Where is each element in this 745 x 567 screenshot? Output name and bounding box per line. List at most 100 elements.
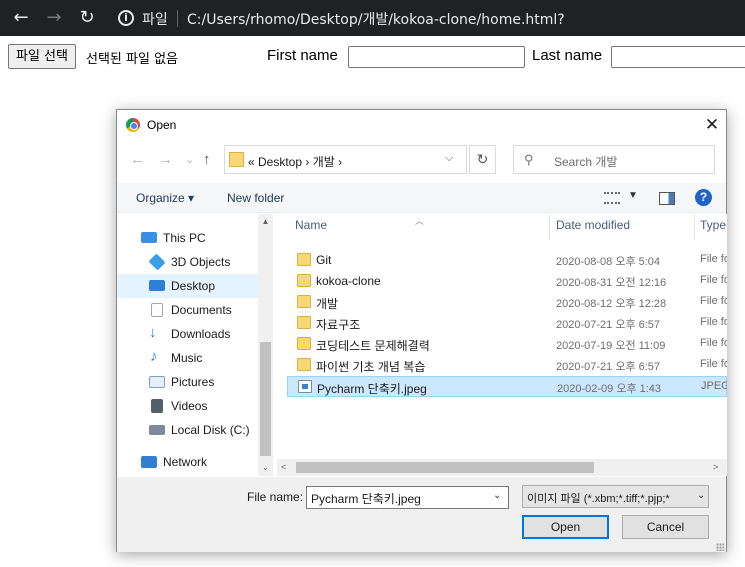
view-dropdown-icon[interactable]: ▼ (628, 190, 638, 201)
nav-scrollbar[interactable]: ▲ ⌄ (258, 214, 273, 476)
forward-arrow-icon[interactable]: → (41, 6, 67, 30)
nav-item-label: Pictures (171, 375, 215, 389)
resize-grip-icon[interactable] (716, 543, 724, 551)
last-name-input[interactable] (611, 46, 745, 68)
first-name-label: First name (267, 47, 338, 64)
nav-item-network[interactable]: Network (117, 450, 258, 474)
up-folder-icon[interactable]: ↑ (203, 150, 211, 170)
column-label: Type (700, 218, 727, 232)
nav-item-label: Local Disk (C:) (171, 423, 250, 437)
preview-pane-icon[interactable] (659, 192, 675, 205)
breadcrumb-bar[interactable]: « Desktop › 개발 › ⌵ (224, 145, 467, 174)
breadcrumb[interactable]: « Desktop › 개발 › (248, 153, 342, 170)
file-type: File fo (700, 295, 727, 307)
chevron-down-icon[interactable]: ⌄ (697, 490, 706, 501)
file-name-combobox[interactable]: Pycharm 단축키.jpeg ⌄ (306, 486, 509, 509)
file-list: Name ︿ Date modified Type Git 2020-08-08… (277, 214, 727, 476)
choose-file-button[interactable]: 파일 선택 (8, 44, 76, 69)
horizontal-scrollbar[interactable]: < > (277, 459, 727, 476)
scrollbar-thumb[interactable] (260, 342, 271, 456)
open-button[interactable]: Open (522, 515, 609, 539)
scroll-left-icon[interactable]: < (281, 459, 286, 476)
music-icon: ♪ (150, 348, 158, 365)
folder-icon (297, 316, 311, 329)
scroll-right-icon[interactable]: > (713, 459, 718, 476)
file-name: 자료구조 (316, 318, 361, 332)
document-icon (151, 303, 163, 317)
organize-button[interactable]: Organize ▾ (136, 191, 194, 205)
video-icon (151, 399, 163, 413)
file-row[interactable]: 코딩테스트 문제해결력 2020-07-19 오전 11:09 File fo (287, 334, 727, 355)
scroll-down-icon[interactable]: ⌄ (258, 460, 273, 476)
nav-item-label: Desktop (171, 279, 216, 293)
first-name-input[interactable] (348, 46, 525, 68)
file-type: File fo (700, 337, 727, 349)
scheme-label: 파일 (142, 12, 168, 28)
file-name: kokoa-clone (316, 274, 381, 288)
file-row[interactable]: 개발 2020-08-12 오후 12:28 File fo (287, 292, 727, 313)
scroll-up-icon[interactable]: ▲ (258, 214, 273, 230)
file-row-selected[interactable]: Pycharm 단축키.jpeg 2020-02-09 오후 1:43 JPEG (287, 376, 727, 397)
nav-item-label: This PC (163, 231, 206, 245)
nav-item-music[interactable]: ♪ Music (117, 346, 258, 370)
folder-icon (297, 253, 311, 266)
nav-item-documents[interactable]: Documents (117, 298, 258, 322)
file-date: 2020-02-09 오후 1:43 (557, 383, 662, 395)
refresh-icon[interactable]: ↻ (469, 145, 496, 174)
new-folder-button[interactable]: New folder (227, 191, 284, 205)
folder-icon (297, 337, 311, 350)
dialog-toolbar: Organize ▾ New folder ▼ ? (117, 183, 726, 213)
nav-item-videos[interactable]: Videos (117, 394, 258, 418)
folder-icon (229, 152, 244, 167)
no-file-chosen-text: 선택된 파일 없음 (86, 52, 178, 67)
column-header-type[interactable]: Type (695, 214, 727, 240)
cube-icon (148, 253, 166, 271)
chevron-down-icon[interactable]: ⌵ (445, 152, 453, 165)
search-input[interactable]: ⚲ Search 개발 (513, 145, 715, 174)
nav-item-label: Downloads (171, 327, 231, 341)
file-row[interactable]: Git 2020-08-08 오후 5:04 File fo (287, 250, 727, 271)
address-bar[interactable]: i 파일 C:/Users/rhomo/Desktop/개발/kokoa-clo… (108, 3, 745, 33)
forward-icon[interactable]: → (158, 150, 173, 170)
file-type: File fo (700, 358, 727, 370)
nav-item-local-disk[interactable]: Local Disk (C:) (117, 418, 258, 442)
cancel-button[interactable]: Cancel (622, 515, 709, 539)
close-icon[interactable]: ✕ (701, 114, 723, 136)
nav-item-3d-objects[interactable]: 3D Objects (117, 250, 258, 274)
file-row[interactable]: kokoa-clone 2020-08-31 오전 12:16 File fo (287, 271, 727, 292)
file-type: File fo (700, 274, 727, 286)
help-icon[interactable]: ? (695, 189, 712, 206)
pictures-icon (149, 376, 165, 388)
recent-locations-icon[interactable]: ⌄ (185, 150, 194, 170)
nav-item-this-pc[interactable]: This PC (117, 226, 258, 250)
network-icon (141, 456, 157, 468)
open-file-dialog: Open ✕ ← → ⌄ ↑ « Desktop › 개발 › ⌵ ↻ ⚲ Se… (116, 109, 727, 552)
url-text[interactable]: C:/Users/rhomo/Desktop/개발/kokoa-clone/ho… (187, 9, 565, 29)
file-type-select[interactable]: 이미지 파일 (*.xbm;*.tiff;*.pjp;* ⌄ (522, 485, 709, 508)
nav-item-label: Documents (171, 303, 232, 317)
file-date: 2020-07-19 오전 11:09 (556, 340, 666, 352)
omnibox-separator (177, 10, 178, 27)
info-icon[interactable]: i (118, 10, 134, 26)
column-header-name[interactable]: Name ︿ (277, 214, 550, 240)
file-row[interactable]: 자료구조 2020-07-21 오후 6:57 File fo (287, 313, 727, 334)
nav-item-downloads[interactable]: ↓ Downloads (117, 322, 258, 346)
reload-icon[interactable]: ↻ (74, 6, 100, 30)
nav-item-desktop[interactable]: Desktop (117, 274, 258, 298)
back-arrow-icon[interactable]: ← (8, 6, 34, 30)
view-options-icon[interactable] (604, 192, 620, 204)
pc-icon (141, 232, 157, 243)
nav-item-pictures[interactable]: Pictures (117, 370, 258, 394)
file-row[interactable]: 파이썬 기초 개념 복습 2020-07-21 오후 6:57 File fo (287, 355, 727, 376)
folder-icon (297, 274, 311, 287)
scrollbar-thumb[interactable] (296, 462, 594, 473)
file-name-label: File name: (247, 490, 304, 504)
nav-item-label: Videos (171, 399, 208, 413)
chevron-down-icon[interactable]: ⌄ (493, 490, 501, 501)
column-header-date[interactable]: Date modified (550, 214, 695, 240)
file-date: 2020-07-21 오후 6:57 (556, 361, 661, 373)
file-name-value[interactable]: Pycharm 단축키.jpeg (311, 490, 421, 507)
folder-icon (297, 295, 311, 308)
back-icon[interactable]: ← (130, 150, 145, 170)
column-label: Name (295, 218, 328, 232)
